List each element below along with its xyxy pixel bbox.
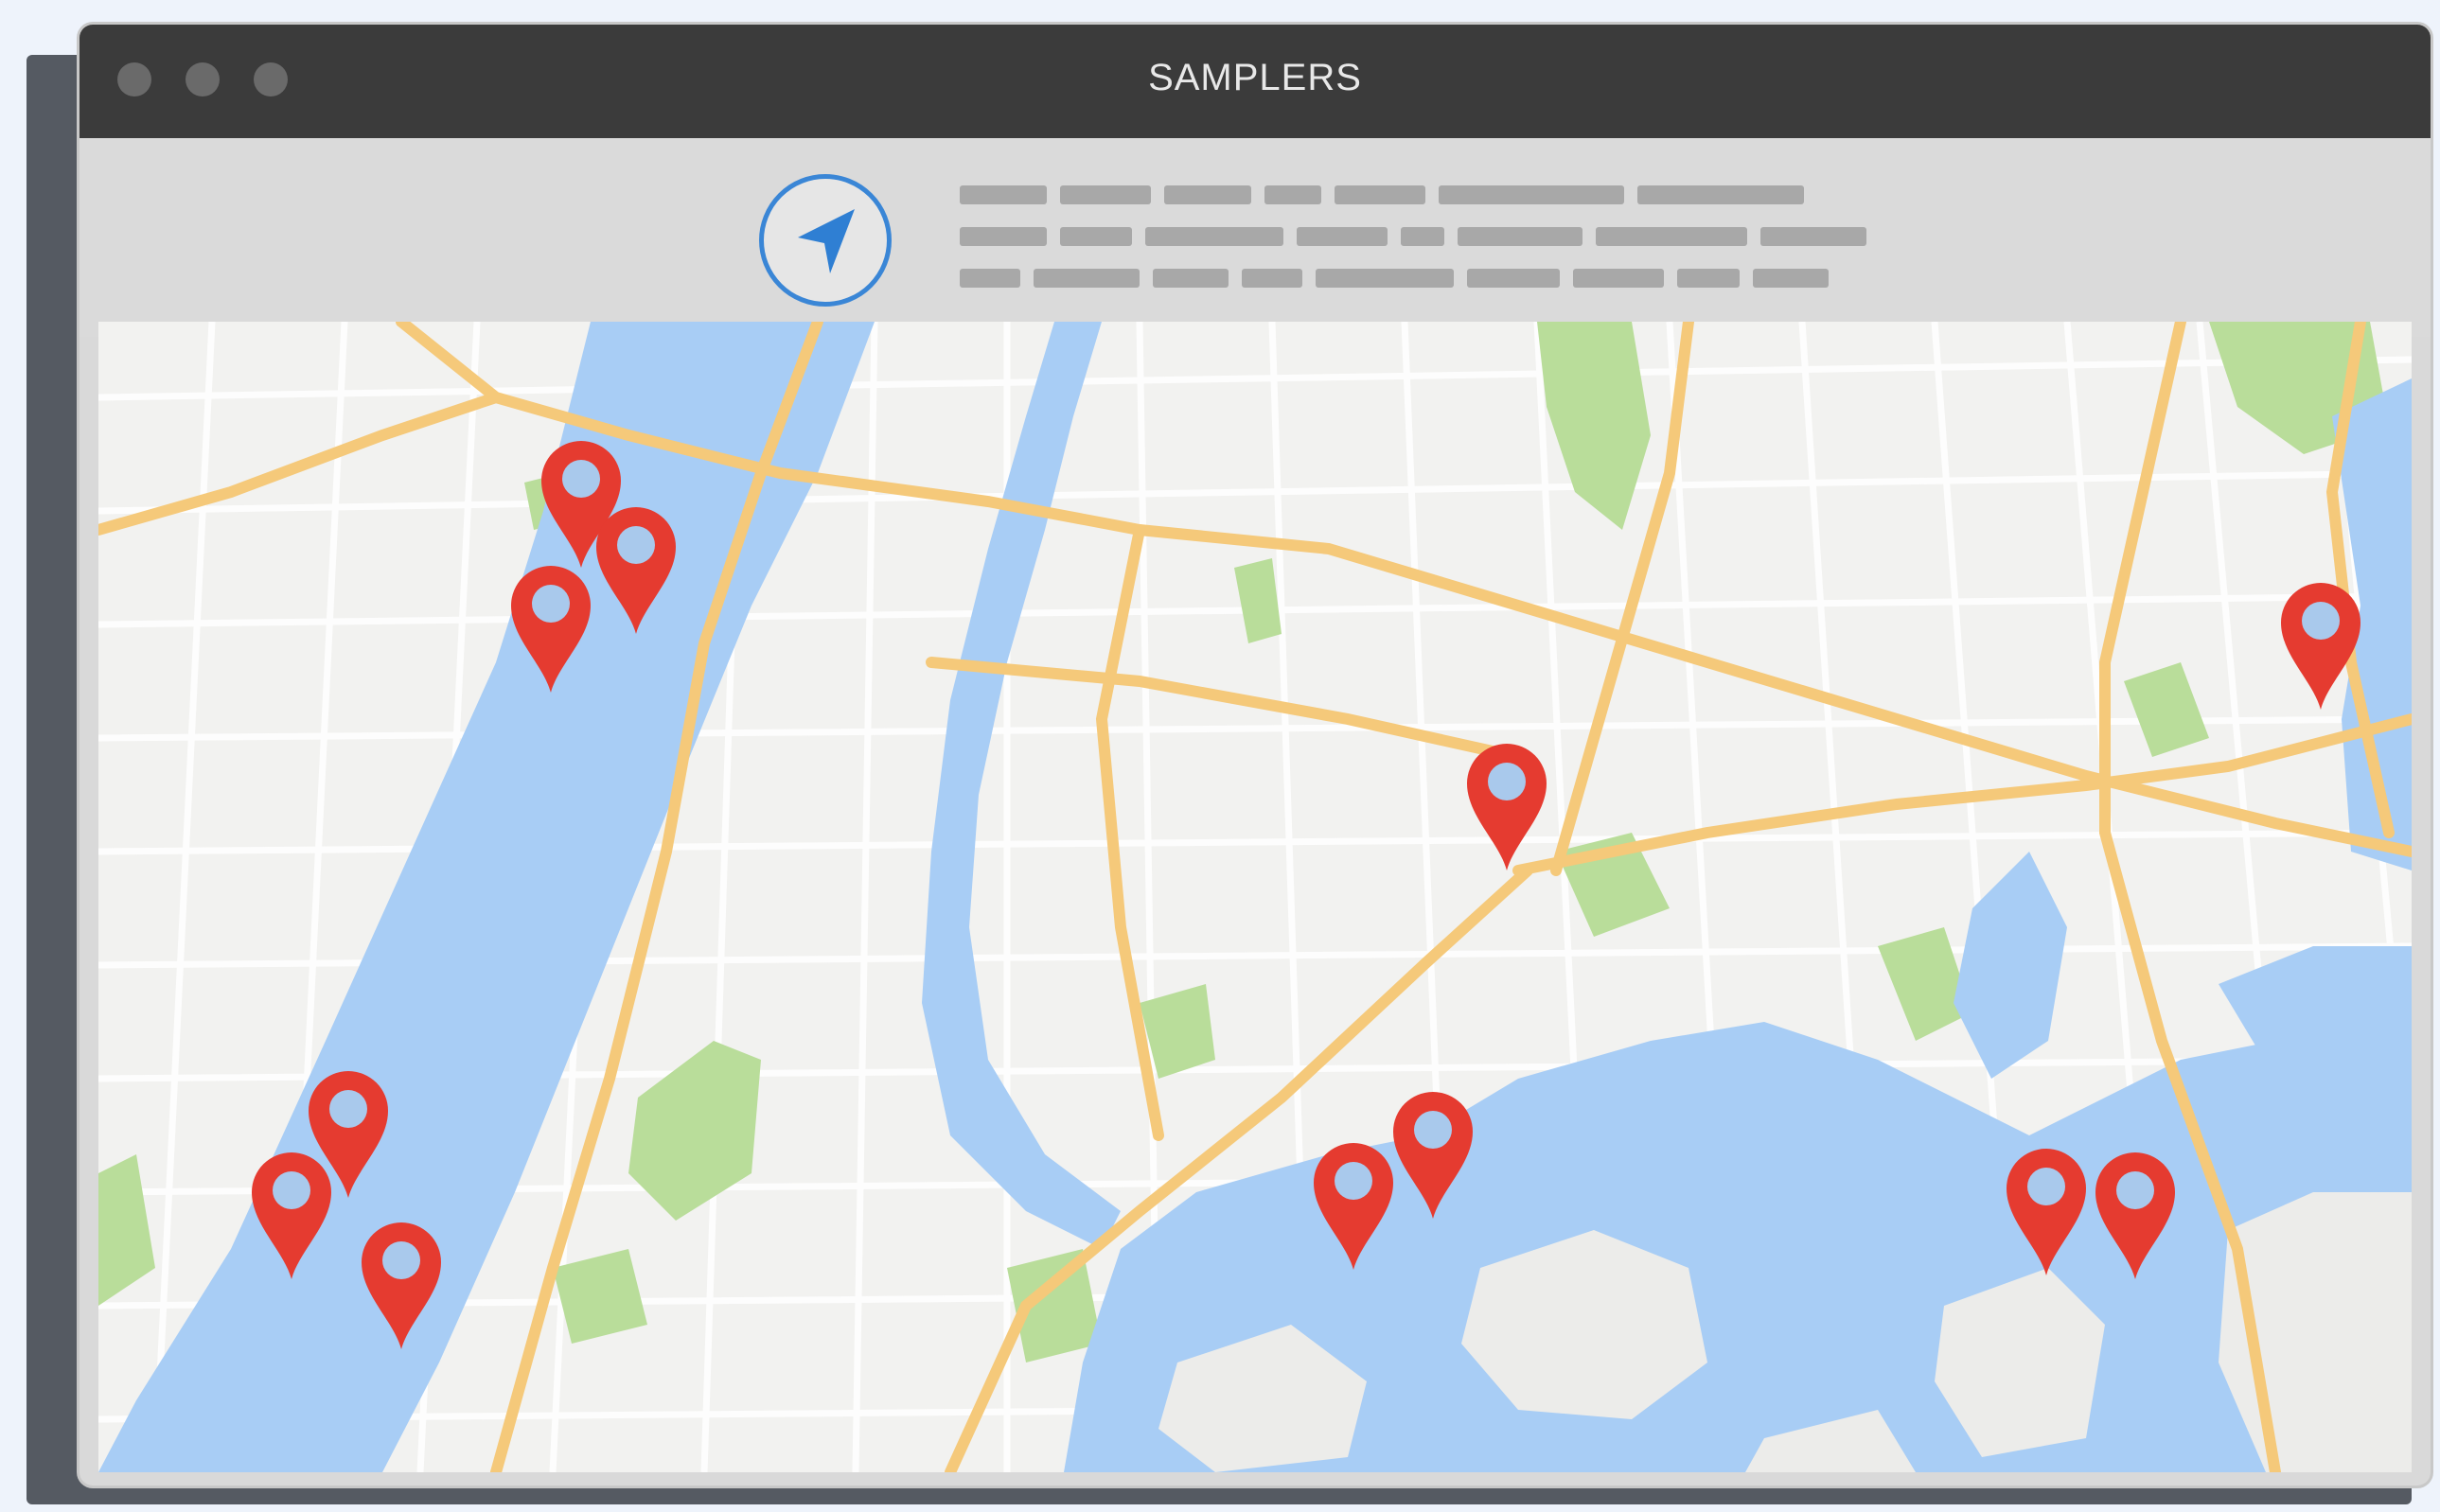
locate-button[interactable] [759,174,892,307]
toolbar [80,138,2431,337]
map-view[interactable] [98,322,2412,1472]
map-marker-icon[interactable] [1308,1137,1399,1274]
map-marker-icon[interactable] [1388,1086,1478,1222]
map-marker-icon[interactable] [246,1147,337,1283]
navigation-arrow-icon [798,209,855,273]
app-window: SAMPLERS [80,25,2431,1486]
window-title: SAMPLERS [1148,57,1362,98]
map-marker-icon[interactable] [2001,1143,2092,1279]
map-marker-icon[interactable] [505,560,596,696]
map-marker-icon[interactable] [2090,1147,2181,1283]
title-bar: SAMPLERS [80,25,2431,138]
map-marker-icon[interactable] [2275,577,2366,713]
map-marker-icon[interactable] [591,501,681,638]
map-marker-icon[interactable] [1461,738,1552,874]
redacted-description [960,185,1866,310]
map-marker-icon[interactable] [356,1217,447,1353]
